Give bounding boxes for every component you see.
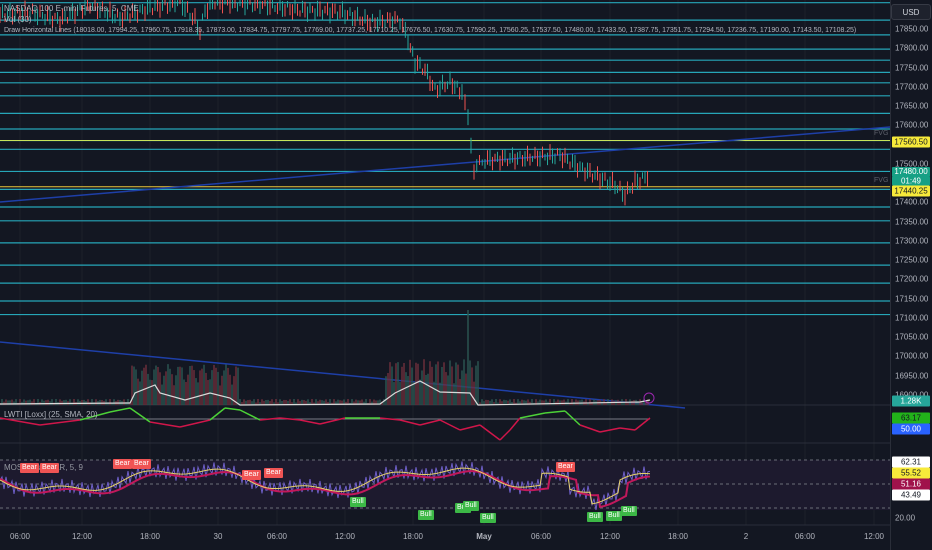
- lwti-line: [564, 410, 581, 426]
- time-tick: 18:00: [402, 532, 424, 541]
- price-tick: 17150.00: [895, 294, 929, 303]
- lwti-line: [379, 417, 401, 421]
- fvg-high-tag: 17560.50: [892, 136, 930, 148]
- time-tick: 06:00: [266, 532, 288, 541]
- lwti-line: [39, 419, 81, 426]
- lwti-line: [179, 419, 211, 428]
- time-tick: 2: [743, 532, 749, 541]
- price-tick: 17850.00: [895, 24, 929, 34]
- fvg-low-tag: 17440.25: [892, 185, 930, 197]
- lwti-line: [399, 419, 421, 426]
- price-tick: 17200.00: [895, 274, 929, 284]
- price-tick: 17300.00: [895, 236, 929, 246]
- bear-signal-label: Bear: [132, 459, 151, 469]
- lwti-line: [279, 417, 301, 421]
- bull-signal-label: Bull: [418, 510, 434, 520]
- time-tick: 12:00: [863, 532, 885, 541]
- bear-signal-label: Bear: [264, 468, 283, 478]
- price-tick: 17000.00: [895, 351, 929, 361]
- lwti-line: [459, 424, 481, 431]
- price-tick: 17350.00: [895, 217, 929, 226]
- lwti-line: [419, 419, 441, 426]
- lwti-line: [499, 429, 511, 441]
- symbol-legend[interactable]: NASDAQ 100 E-mini Futures, 5, CME: [4, 4, 139, 13]
- lwti-line: [509, 417, 521, 431]
- price-tick: 17800.00: [895, 43, 929, 53]
- time-tick: 12:00: [334, 532, 356, 541]
- fvg-label-high: FVG: [874, 130, 889, 137]
- time-tick: 30: [213, 532, 223, 541]
- time-tick: 06:00: [794, 532, 816, 541]
- trend-line-lower: [0, 341, 686, 409]
- lwti-line: [299, 419, 321, 425]
- lwti-line: [634, 417, 651, 431]
- price-tick: 17400.00: [895, 197, 929, 207]
- bear-signal-label: Bear: [20, 463, 39, 473]
- lwti-line: [579, 424, 601, 433]
- bull-signal-label: Bull: [480, 513, 496, 523]
- lwti-line: [619, 427, 636, 431]
- price-tick: 17250.00: [895, 255, 929, 265]
- bear-signal-label: Bear: [40, 463, 59, 473]
- price-tick: 17600.00: [895, 120, 929, 130]
- volume-tag: 1.28K: [892, 395, 930, 407]
- time-tick: 18:00: [139, 532, 161, 541]
- countdown-tag: 01:49: [892, 176, 930, 186]
- bear-signal-label: Bear: [556, 462, 575, 472]
- price-tick: 17750.00: [895, 63, 929, 72]
- trend-line-upper: [0, 126, 890, 203]
- bull-signal-label: Bull: [606, 511, 622, 521]
- price-axis[interactable]: USD 17850.00 17800.00 17750.00 17700.00 1765…: [890, 0, 932, 550]
- lwti-legend[interactable]: LWTI [Loxx] (25, SMA, 20): [4, 410, 98, 419]
- mos-tag-1: 62.31: [892, 456, 930, 468]
- lwti-value-tag: 63.17: [892, 412, 930, 424]
- time-tick: 06:00: [530, 532, 552, 541]
- bull-signal-label: Bull: [587, 512, 603, 522]
- time-tick: 06:00: [9, 532, 31, 541]
- price-tick: 17100.00: [895, 313, 929, 323]
- bull-signal-label: Bull: [621, 506, 637, 516]
- lightning-icon: [643, 392, 655, 404]
- bull-signal-label: Bull: [350, 497, 366, 507]
- mos-tag-3: 51.16: [892, 478, 930, 490]
- time-tick: 18:00: [667, 532, 689, 541]
- osc-tick: 20.00: [895, 513, 916, 523]
- currency-button[interactable]: USD: [891, 4, 931, 20]
- time-tick: May: [476, 532, 492, 541]
- price-tick: 17700.00: [895, 82, 929, 92]
- lwti-line: [544, 410, 566, 414]
- lwti-line: [109, 407, 131, 413]
- hlines-legend[interactable]: Draw Horizontal Lines (18018.00, 17994.2…: [4, 27, 856, 34]
- last-price-tag: 17480.00: [892, 167, 930, 177]
- lwti-line: [129, 407, 151, 423]
- price-tick: 16950.00: [895, 371, 929, 380]
- lwti-line: [439, 419, 461, 431]
- bull-signal-label: Bull: [463, 501, 479, 511]
- price-tick: 17050.00: [895, 332, 929, 342]
- lwti-mid-tag: 50.00: [892, 423, 930, 435]
- bear-signal-label: Bear: [113, 459, 132, 469]
- time-tick: 12:00: [599, 532, 621, 541]
- mos-tag-4: 43.49: [892, 489, 930, 501]
- lwti-line: [479, 424, 501, 441]
- fvg-label-low: FVG: [874, 177, 889, 184]
- time-tick: 12:00: [71, 532, 93, 541]
- lwti-line: [224, 407, 241, 411]
- lwti-line: [149, 421, 181, 428]
- bear-signal-label: Bear: [242, 470, 261, 480]
- mos-tag-2: 55.52: [892, 467, 930, 479]
- price-tick: 17650.00: [895, 101, 929, 111]
- volume-legend[interactable]: Vol (30): [4, 15, 32, 24]
